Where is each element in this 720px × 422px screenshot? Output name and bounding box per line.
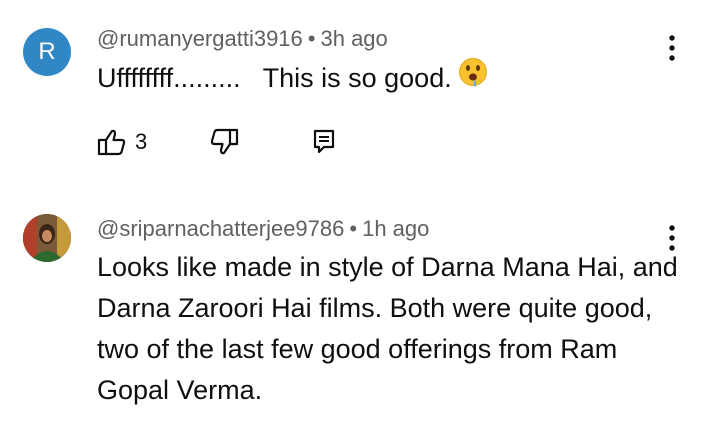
comment-menu-button[interactable] <box>660 222 684 254</box>
reply-icon <box>313 129 335 154</box>
more-vertical-icon <box>669 225 675 251</box>
comment-meta: @rumanyergatti3916 • 3h ago <box>97 26 388 52</box>
more-vertical-icon <box>669 35 675 61</box>
author-handle[interactable]: @sriparnachatterjee9786 <box>97 216 344 241</box>
thumbs-down-icon <box>210 128 239 155</box>
meta-separator: • <box>307 26 316 51</box>
drooling-face-icon <box>458 57 488 96</box>
comment-text: Uffffffff......... This is so good. <box>97 63 452 93</box>
comment-menu-button[interactable] <box>660 32 684 64</box>
thumbs-up-icon <box>97 129 126 156</box>
meta-separator: • <box>349 216 358 241</box>
author-handle[interactable]: @rumanyergatti3916 <box>97 26 303 51</box>
comment-timestamp[interactable]: 1h ago <box>362 216 429 241</box>
reply-button[interactable] <box>313 125 335 159</box>
comment-text-container: Uffffffff......... This is so good. <box>97 58 488 96</box>
dislike-button[interactable] <box>209 125 239 159</box>
avatar[interactable]: R <box>23 28 71 76</box>
comment-text: Looks like made in style of Darna Mana H… <box>97 252 678 405</box>
like-button[interactable]: 3 <box>97 125 147 159</box>
profile-photo-icon <box>23 214 71 262</box>
like-count: 3 <box>135 129 148 154</box>
comment-meta: @sriparnachatterjee9786 • 1h ago <box>97 216 429 242</box>
comment-item: @sriparnachatterjee9786 • 1h ago Looks lik… <box>0 190 720 422</box>
avatar[interactable] <box>23 214 71 262</box>
comment-timestamp[interactable]: 3h ago <box>320 26 387 51</box>
comment-item: R @rumanyergatti3916 • 3h ago Uffffffff...… <box>0 0 720 190</box>
